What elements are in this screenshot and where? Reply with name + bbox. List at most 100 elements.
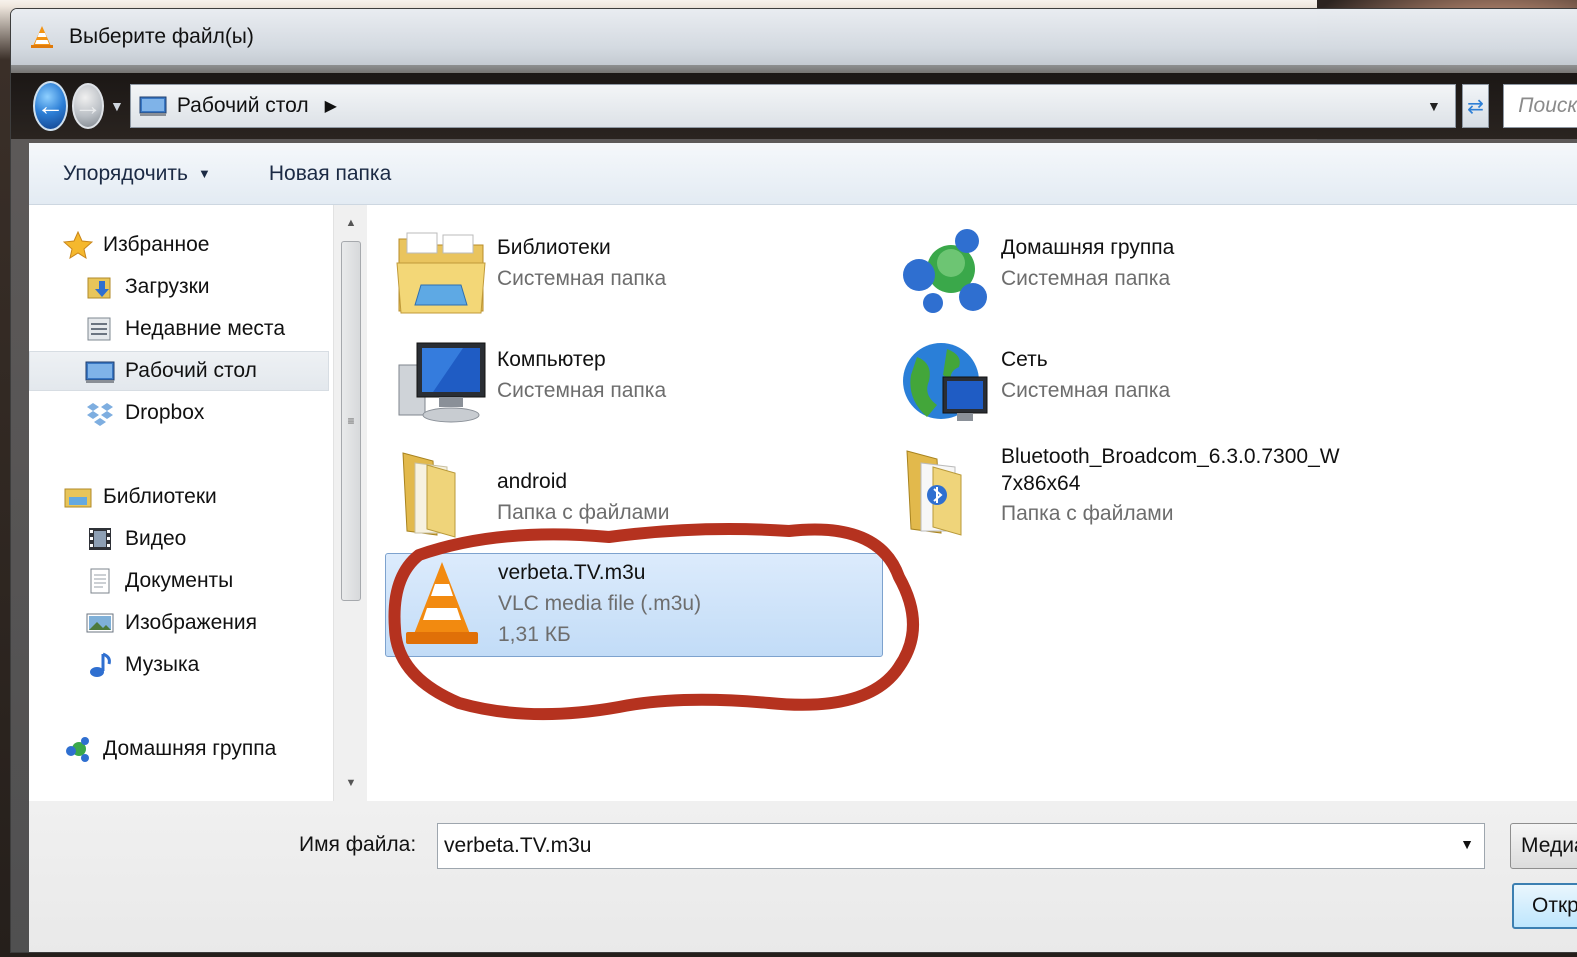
tree-item-pictures[interactable]: Изображения xyxy=(85,603,257,643)
file-item-bluetooth-broadcom[interactable]: Bluetooth_Broadcom_6.3.0.7300_W 7x86x64 … xyxy=(897,443,1357,553)
file-item-network[interactable]: Сеть Системная папка xyxy=(897,335,1357,439)
organize-button[interactable]: Упорядочить ▼ xyxy=(63,162,211,186)
tree-item-dropbox[interactable]: Dropbox xyxy=(85,393,204,433)
downloads-folder-icon xyxy=(85,273,115,301)
vlc-cone-icon xyxy=(29,24,55,50)
folder-icon xyxy=(393,447,489,543)
new-folder-label: Новая папка xyxy=(268,161,392,185)
search-placeholder: Поиск xyxy=(1518,94,1577,117)
tree-item-label: Библиотеки xyxy=(103,485,217,508)
open-button[interactable]: Открыть xyxy=(1512,883,1577,929)
recent-places-icon xyxy=(85,315,115,343)
tree-item-documents[interactable]: Документы xyxy=(85,561,233,601)
folder-icon xyxy=(897,443,993,539)
file-name: verbeta.TV.m3u xyxy=(498,561,646,584)
homegroup-icon xyxy=(897,223,993,319)
dropbox-icon xyxy=(85,399,115,427)
tree-item-label: Видео xyxy=(125,527,187,550)
scroll-down-icon[interactable]: ▼ xyxy=(334,771,368,795)
tree-item-label: Музыка xyxy=(125,653,200,676)
dialog-body: Избранное Загрузки Недавние места Рабочи… xyxy=(29,205,1577,801)
tree-item-label: Рабочий стол xyxy=(125,359,257,382)
file-item-computer[interactable]: Компьютер Системная папка xyxy=(393,335,853,439)
star-icon xyxy=(63,231,93,259)
forward-button[interactable]: → xyxy=(71,83,104,129)
tree-item-favorites[interactable]: Избранное xyxy=(63,225,209,265)
file-name: Домашняя группа xyxy=(1001,236,1175,259)
music-icon xyxy=(85,651,115,679)
tree-item-video[interactable]: Видео xyxy=(85,519,186,559)
window-title: Выберите файл(ы) xyxy=(69,25,254,48)
new-folder-button[interactable]: Новая папка xyxy=(269,162,391,186)
tree-item-label: Изображения xyxy=(125,611,257,634)
desktop-icon xyxy=(85,357,115,385)
file-type: Системная папка xyxy=(497,266,667,290)
network-icon xyxy=(897,335,993,431)
file-name: android xyxy=(497,470,568,493)
title-bar[interactable]: Выберите файл(ы) xyxy=(11,9,1577,65)
file-item-libraries[interactable]: Библиотеки Системная папка xyxy=(393,223,853,327)
arrow-left-icon: ← xyxy=(36,90,65,121)
file-name: Сеть xyxy=(1001,348,1048,371)
tree-item-label: Домашняя группа xyxy=(103,737,277,760)
filename-input[interactable]: verbeta.TV.m3u ▼ xyxy=(437,823,1485,869)
tree-item-label: Документы xyxy=(125,569,234,592)
breadcrumb-arrow-icon[interactable]: ▶ xyxy=(325,96,337,116)
tree-item-label: Избранное xyxy=(103,233,210,256)
file-item-android[interactable]: android Папка с файлами xyxy=(393,447,853,551)
tree-item-label: Dropbox xyxy=(125,401,205,424)
desktop-icon xyxy=(139,96,167,116)
file-list: Библиотеки Системная папка Домашняя груп… xyxy=(367,205,1577,801)
tree-item-label: Недавние места xyxy=(125,317,285,340)
refresh-button[interactable]: ⇄ xyxy=(1461,84,1490,128)
chevron-down-icon[interactable]: ▼ xyxy=(1460,836,1474,852)
libraries-icon xyxy=(63,483,93,511)
recent-pages-dropdown[interactable]: ▼ xyxy=(110,98,124,114)
search-input[interactable]: Поиск xyxy=(1503,84,1577,128)
vlc-cone-icon xyxy=(394,554,490,650)
command-bar: Упорядочить ▼ Новая папка xyxy=(29,143,1577,205)
file-name: Библиотеки xyxy=(497,236,611,259)
tree-item-music[interactable]: Музыка xyxy=(85,645,199,685)
grip-icon: ≡ xyxy=(347,414,355,428)
filetype-select[interactable]: Медиафайлы xyxy=(1510,823,1577,869)
arrow-right-icon: → xyxy=(73,90,102,121)
open-label: Открыть xyxy=(1532,894,1577,917)
scroll-thumb[interactable]: ≡ xyxy=(341,241,361,601)
file-item-homegroup[interactable]: Домашняя группа Системная папка xyxy=(897,223,1357,327)
navigation-pane: Избранное Загрузки Недавние места Рабочи… xyxy=(29,205,333,801)
navigation-scrollbar[interactable]: ▲ ≡ ▼ xyxy=(333,205,367,801)
libraries-folder-icon xyxy=(393,223,489,319)
filetype-value: Медиафайлы xyxy=(1521,834,1577,857)
tree-item-downloads[interactable]: Загрузки xyxy=(85,267,210,307)
refresh-icon: ⇄ xyxy=(1467,95,1484,118)
file-name: Компьютер xyxy=(497,348,606,371)
tree-item-label: Загрузки xyxy=(125,275,210,298)
filename-label: Имя файла: xyxy=(299,833,417,856)
tree-item-recent-places[interactable]: Недавние места xyxy=(85,309,285,349)
address-location[interactable]: Рабочий стол xyxy=(177,94,309,118)
tree-item-libraries[interactable]: Библиотеки xyxy=(63,477,217,517)
file-type: Папка с файлами xyxy=(1001,501,1174,525)
filename-value: verbeta.TV.m3u xyxy=(444,834,592,857)
tree-item-homegroup[interactable]: Домашняя группа xyxy=(63,729,276,769)
file-type: Папка с файлами xyxy=(497,500,670,524)
file-open-dialog: Выберите файл(ы) ← → ▼ Рабочий стол ▶ ▼ … xyxy=(10,8,1577,953)
scroll-up-icon[interactable]: ▲ xyxy=(334,211,368,235)
file-type: Системная папка xyxy=(497,378,667,402)
chevron-down-icon: ▼ xyxy=(197,166,211,181)
pictures-icon xyxy=(85,609,115,637)
tree-item-desktop[interactable]: Рабочий стол xyxy=(29,351,329,391)
address-dropdown-icon[interactable]: ▼ xyxy=(1427,98,1441,114)
file-type: Системная папка xyxy=(1001,266,1171,290)
computer-icon xyxy=(393,335,489,431)
documents-icon xyxy=(85,567,115,595)
file-item-verbeta-m3u[interactable]: verbeta.TV.m3u VLC media file (.m3u) 1,3… xyxy=(385,553,883,657)
filename-panel: Имя файла: verbeta.TV.m3u ▼ Медиафайлы О… xyxy=(29,801,1577,952)
file-size: 1,31 КБ xyxy=(498,622,571,646)
back-button[interactable]: ← xyxy=(33,81,68,131)
address-bar[interactable]: Рабочий стол ▶ ▼ xyxy=(129,84,1456,128)
organize-label: Упорядочить xyxy=(63,161,188,185)
homegroup-icon xyxy=(63,735,93,763)
navigation-bar: ← → ▼ Рабочий стол ▶ ▼ ⇄ Поиск xyxy=(11,73,1577,139)
